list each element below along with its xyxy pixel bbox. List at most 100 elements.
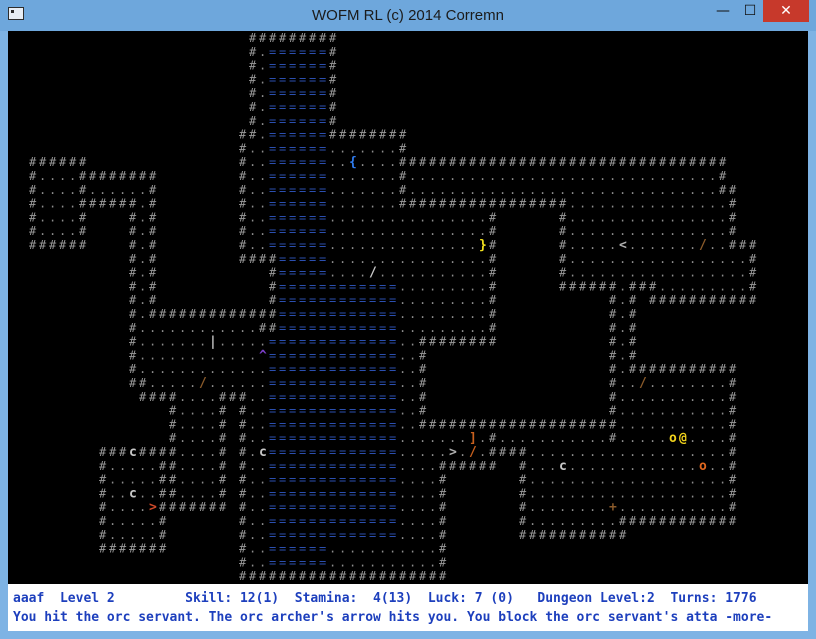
wall-tile: #: [129, 293, 137, 307]
floor-tile: .: [649, 500, 656, 514]
water-tile: =: [359, 362, 366, 376]
wall-tile: #: [329, 128, 337, 142]
wall-tile: #: [749, 238, 757, 252]
floor-tile: .: [209, 362, 216, 376]
floor-tile: .: [709, 445, 716, 459]
floor-tile: .: [549, 445, 556, 459]
water-tile: =: [319, 238, 326, 252]
water-tile: =: [289, 555, 296, 569]
floor-tile: .: [659, 500, 666, 514]
close-button[interactable]: ✕: [763, 0, 809, 22]
wall-tile: #: [159, 542, 167, 556]
wall-tile: #: [509, 155, 517, 169]
floor-tile: .: [619, 183, 626, 197]
floor-tile: .: [169, 335, 176, 349]
floor-tile: .: [409, 417, 416, 431]
water-tile: =: [329, 376, 336, 390]
floor-tile: .: [479, 445, 486, 459]
floor-tile: .: [629, 500, 636, 514]
water-tile: =: [289, 169, 296, 183]
floor-tile: .: [579, 238, 586, 252]
wall-tile: #: [159, 445, 167, 459]
floor-tile: .: [379, 252, 386, 266]
wall-tile: #: [399, 183, 407, 197]
wall-tile: #: [749, 279, 757, 293]
floor-tile: .: [579, 169, 586, 183]
wall-tile: #: [99, 473, 107, 487]
floor-tile: .: [209, 348, 216, 362]
floor-tile: .: [569, 210, 576, 224]
wall-tile: #: [129, 348, 137, 362]
floor-tile: .: [589, 431, 596, 445]
floor-tile: .: [679, 445, 686, 459]
floor-tile: .: [679, 486, 686, 500]
water-tile: =: [369, 528, 376, 542]
floor-tile: .: [189, 404, 196, 418]
floor-tile: .: [669, 500, 676, 514]
floor-tile: .: [339, 555, 346, 569]
floor-tile: .: [259, 404, 266, 418]
water-tile: =: [269, 238, 276, 252]
wall-tile: #: [29, 224, 37, 238]
water-tile: =: [319, 335, 326, 349]
maximize-button[interactable]: ☐: [737, 0, 763, 22]
wall-tile: #: [99, 542, 107, 556]
floor-tile: .: [699, 486, 706, 500]
floor-tile: .: [599, 266, 606, 280]
wall-tile: #: [659, 293, 667, 307]
floor-tile: .: [629, 252, 636, 266]
water-tile: =: [349, 307, 356, 321]
floor-tile: .: [189, 362, 196, 376]
water-tile: =: [389, 404, 396, 418]
floor-tile: .: [199, 404, 206, 418]
wall-tile: #: [139, 376, 147, 390]
floor-tile: .: [149, 335, 156, 349]
water-tile: =: [359, 417, 366, 431]
floor-tile: .: [699, 376, 706, 390]
water-tile: =: [329, 486, 336, 500]
wall-tile: #: [149, 279, 157, 293]
floor-tile: .: [649, 169, 656, 183]
floor-tile: .: [179, 486, 186, 500]
floor-tile: .: [179, 362, 186, 376]
floor-tile: .: [139, 473, 146, 487]
water-tile: =: [299, 279, 306, 293]
wall-tile: #: [229, 307, 237, 321]
floor-tile: .: [359, 555, 366, 569]
floor-tile: .: [109, 500, 116, 514]
floor-tile: .: [619, 362, 626, 376]
game-map-viewport[interactable]: # # # # # # # # # #. = = = = = = # #. = = = = = = # #. = = = = = = # #. = =…: [8, 31, 808, 584]
wall-tile: #: [269, 266, 277, 280]
wall-tile: #: [329, 31, 337, 45]
floor-tile: .: [429, 252, 436, 266]
floor-tile: .: [229, 321, 236, 335]
minimize-button[interactable]: —: [710, 0, 736, 22]
water-tile: =: [379, 514, 386, 528]
wall-tile: #: [129, 210, 137, 224]
wall-tile: #: [129, 252, 137, 266]
wall-tile: #: [179, 500, 187, 514]
water-tile: =: [319, 266, 326, 280]
wall-tile: #: [149, 307, 157, 321]
floor-tile: .: [89, 183, 96, 197]
water-tile: =: [289, 362, 296, 376]
wall-tile: #: [609, 404, 617, 418]
floor-tile: .: [349, 252, 356, 266]
wall-tile: #: [489, 417, 497, 431]
wall-tile: #: [29, 155, 37, 169]
wall-tile: #: [609, 321, 617, 335]
title-bar[interactable]: WOFM RL (c) 2014 Corremn — ☐ ✕: [0, 0, 816, 31]
wall-tile: #: [399, 569, 407, 583]
floor-tile: .: [429, 528, 436, 542]
floor-tile: .: [39, 210, 46, 224]
wall-tile: #: [269, 569, 277, 583]
player[interactable]: @: [679, 431, 687, 446]
water-tile: =: [339, 348, 346, 362]
floor-tile: .: [659, 252, 666, 266]
wall-tile: #: [99, 528, 107, 542]
water-tile: =: [319, 224, 326, 238]
water-tile: =: [309, 72, 316, 86]
wall-tile: #: [219, 459, 227, 473]
wall-tile: #: [559, 224, 567, 238]
message-log-line[interactable]: You hit the orc servant. The orc archer'…: [13, 610, 772, 625]
